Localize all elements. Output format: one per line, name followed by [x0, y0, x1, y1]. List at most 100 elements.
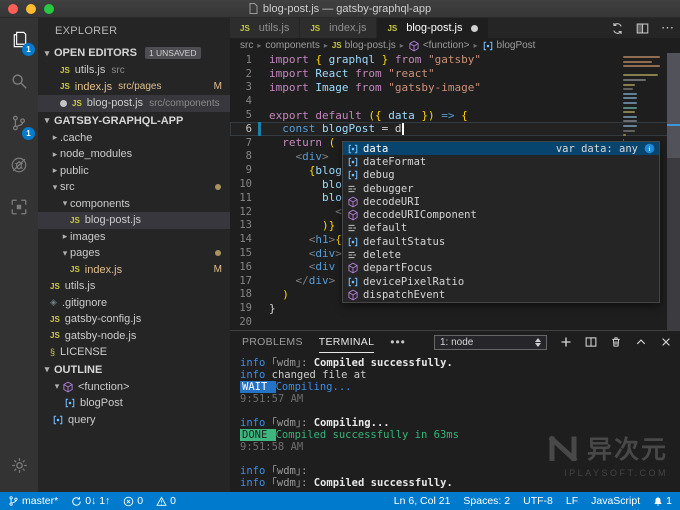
tree-file-blog-postjs[interactable]: JS blog-post.js [38, 212, 230, 229]
tree-folder-src[interactable]: ▾ src [38, 179, 230, 196]
breadcrumb-item[interactable]: src [240, 40, 253, 51]
tab-blog-postjs[interactable]: JS blog-post.js [377, 18, 489, 38]
suggest-item-dispatchEvent[interactable]: dispatchEvent [343, 288, 659, 301]
settings-button[interactable] [0, 444, 38, 486]
code-line[interactable]: 4 [230, 94, 680, 108]
minimap-line [623, 60, 652, 63]
panel-tab-problems[interactable]: PROBLEMS [242, 331, 303, 353]
new-terminal-icon[interactable] [560, 336, 572, 348]
chevron-down-icon: ▾ [52, 181, 58, 192]
minimize-window-button[interactable] [26, 3, 36, 14]
activity-item-debug[interactable] [0, 144, 38, 186]
tab-indexjs[interactable]: JS index.js [300, 18, 378, 38]
close-panel-icon[interactable] [660, 336, 672, 348]
suggest-label: defaultStatus [363, 235, 446, 248]
status-javascript[interactable]: JavaScript [591, 492, 640, 510]
tree-file-LICENSE[interactable]: § LICENSE [38, 344, 230, 361]
outline-item[interactable]: ▾ <function> [38, 379, 230, 396]
status-spaces-2[interactable]: Spaces: 2 [463, 492, 510, 510]
open-editors-header[interactable]: ▾ OPEN EDITORS 1 UNSAVED [38, 44, 230, 62]
tree-folder-cache[interactable]: ▸ .cache [38, 130, 230, 147]
activity-item-source-control[interactable]: 1 [0, 102, 38, 144]
status-master-[interactable]: master* [8, 492, 58, 510]
suggest-item-decodeURIComponent[interactable]: decodeURIComponent [343, 208, 659, 221]
suggest-item-data[interactable]: data var data: any i [343, 142, 659, 156]
open-editor-item[interactable]: JS index.js src/pages M [38, 79, 230, 96]
panel-more-icon[interactable]: ••• [390, 335, 406, 349]
split-terminal-icon[interactable] [585, 336, 597, 348]
tree-file-utilsjs[interactable]: JS utils.js [38, 278, 230, 295]
tree-folder-images[interactable]: ▸ images [38, 229, 230, 246]
js-file-icon: JS [50, 331, 60, 341]
suggest-item-debugger[interactable]: debugger [343, 182, 659, 195]
status-utf-8[interactable]: UTF-8 [523, 492, 553, 510]
open-editor-item[interactable]: JS blog-post.js src/components [38, 95, 230, 112]
breadcrumb-item[interactable]: JS blog-post.js [332, 40, 396, 51]
line-number: 2 [245, 67, 252, 80]
suggest-item-dateFormat[interactable]: dateFormat [343, 155, 659, 168]
suggest-item-defaultStatus[interactable]: defaultStatus [343, 235, 659, 248]
open-editor-item[interactable]: JS utils.js src [38, 62, 230, 79]
code-editor[interactable]: 1 import { graphql } from "gatsby" 2 import… [230, 53, 680, 330]
suggest-item-devicePixelRatio[interactable]: devicePixelRatio [343, 275, 659, 288]
status-ln-6-col-21[interactable]: Ln 6, Col 21 [394, 492, 451, 510]
line-number: 19 [239, 302, 252, 315]
tree-file-gatsby-nodejs[interactable]: JS gatsby-node.js [38, 328, 230, 345]
breadcrumb-item[interactable]: blogPost [482, 40, 535, 52]
panel-tab-terminal[interactable]: TERMINAL [318, 331, 375, 353]
suggest-item-departFocus[interactable]: departFocus [343, 262, 659, 275]
tab-utilsjs[interactable]: JS utils.js [230, 18, 301, 38]
more-actions-icon[interactable]: ⋯ [661, 21, 674, 34]
minimap[interactable] [623, 56, 667, 148]
status-1[interactable]: 1 [653, 492, 672, 510]
breadcrumb-label: <function> [422, 40, 470, 51]
code-line[interactable]: 5 export default ({ data }) => { [230, 108, 680, 122]
suggest-item-delete[interactable]: delete [343, 248, 659, 261]
line-number: 1 [245, 53, 252, 66]
tree-folder-pages[interactable]: ▾ pages [38, 245, 230, 262]
open-changes-icon[interactable] [611, 22, 624, 35]
tree-folder-public[interactable]: ▸ public [38, 163, 230, 180]
scrollbar-thumb[interactable] [667, 53, 680, 158]
project-header[interactable]: ▾ GATSBY-GRAPHQL-APP [38, 112, 230, 130]
code-line[interactable]: 20 [230, 315, 680, 329]
activity-bar: 11 [0, 18, 38, 492]
activity-item-extensions[interactable] [0, 186, 38, 228]
code-text: <h1>{b [308, 232, 349, 246]
file-name: blog-post.js [86, 97, 144, 110]
suggest-item-debug[interactable]: debug [343, 169, 659, 182]
activity-item-search[interactable] [0, 60, 38, 102]
status-0[interactable]: 0 [156, 492, 176, 510]
suggest-item-decodeURI[interactable]: decodeURI [343, 195, 659, 208]
status-0[interactable]: 0 [123, 492, 143, 510]
chevron-right-icon: ▸ [62, 231, 68, 242]
suggest-label: debug [363, 169, 395, 182]
tree-file-gitignore[interactable]: ◈ .gitignore [38, 295, 230, 312]
kill-terminal-icon[interactable] [610, 336, 622, 348]
split-editor-icon[interactable] [636, 22, 649, 35]
code-line[interactable]: 19} [230, 301, 680, 315]
breadcrumb-item[interactable]: <function> [408, 40, 470, 52]
code-line[interactable]: 1 import { graphql } from "gatsby" [230, 53, 680, 67]
vertical-scrollbar[interactable] [667, 53, 680, 330]
close-window-button[interactable] [8, 3, 18, 14]
code-line[interactable]: 3 import Image from "gatsby-image" [230, 81, 680, 95]
tree-folder-components[interactable]: ▾ components [38, 196, 230, 213]
maximize-panel-icon[interactable] [635, 336, 647, 348]
breadcrumb-item[interactable]: components [265, 40, 319, 51]
activity-item-explorer[interactable]: 1 [0, 18, 38, 60]
terminal-select[interactable]: 1: node [434, 334, 547, 350]
tree-file-gatsby-configjs[interactable]: JS gatsby-config.js [38, 311, 230, 328]
tree-file-indexjs[interactable]: JS index.js M [38, 262, 230, 279]
status-0-1-[interactable]: 0↓ 1↑ [71, 492, 110, 510]
code-line[interactable]: 2 import React from "react" [230, 67, 680, 81]
suggest-item-default[interactable]: default [343, 222, 659, 235]
js-file-icon: JS [50, 281, 60, 291]
outline-header[interactable]: ▾ OUTLINE [38, 361, 230, 379]
tree-folder-nodemodules[interactable]: ▸ node_modules [38, 146, 230, 163]
status-lf[interactable]: LF [566, 492, 578, 510]
outline-item[interactable]: query [38, 412, 230, 429]
code-line[interactable]: 6 const blogPost = d [230, 121, 680, 136]
outline-item[interactable]: blogPost [38, 395, 230, 412]
zoom-window-button[interactable] [44, 3, 54, 14]
